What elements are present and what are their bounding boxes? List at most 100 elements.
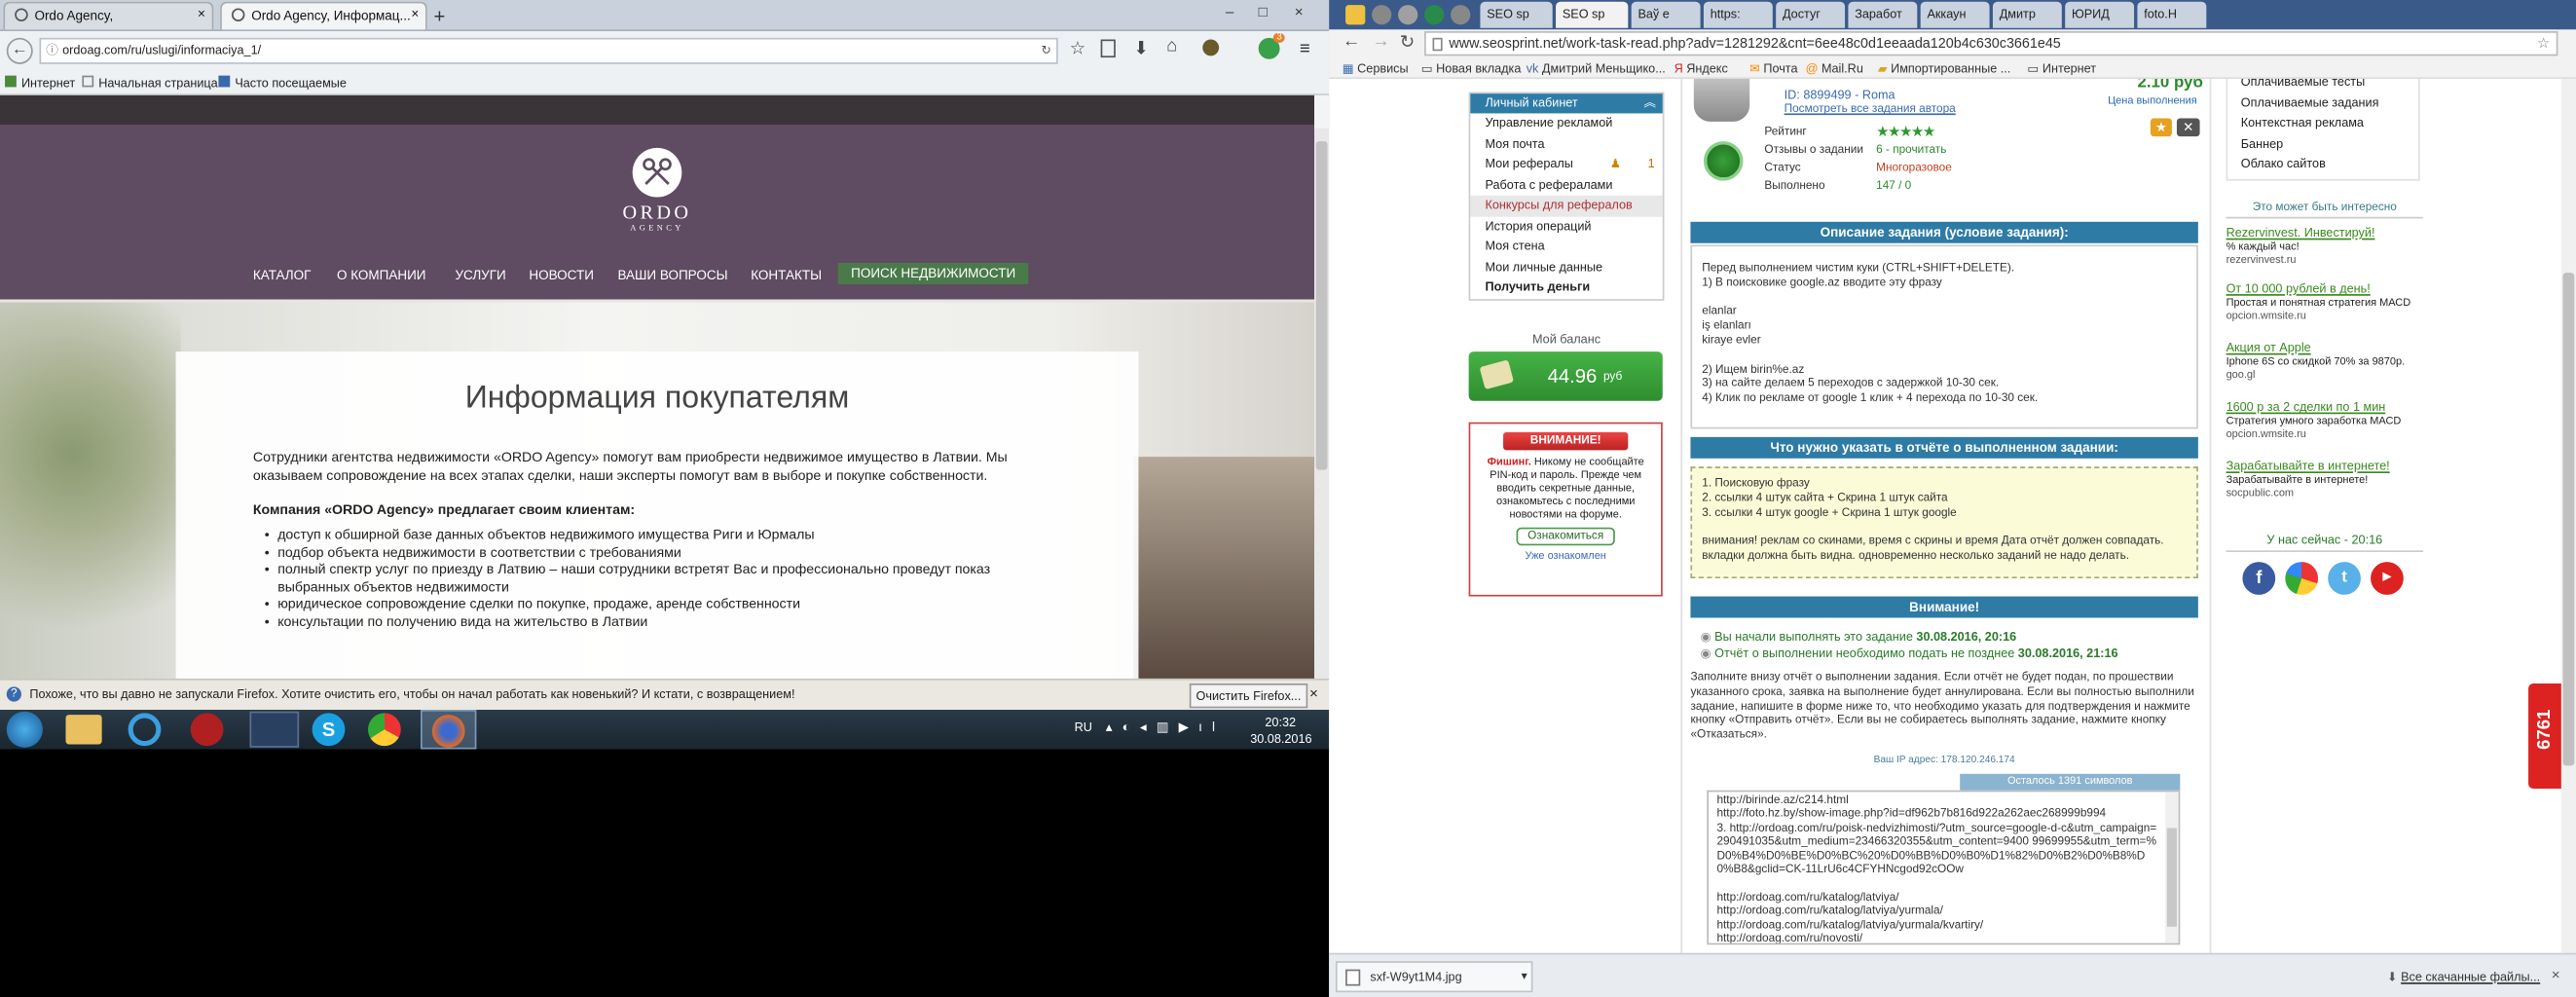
tab-vk[interactable]: Ваў е — [1631, 1, 1701, 28]
already-read-link[interactable]: Уже ознакомлен — [1470, 550, 1661, 562]
tab-account[interactable]: Аккаун — [1920, 1, 1990, 28]
back-icon[interactable]: ← — [1343, 31, 1361, 51]
ad-item[interactable]: 1600 р за 2 сделки по 1 мин Стратегия умн… — [2226, 400, 2424, 461]
right-link[interactable]: Облако сайтов — [2241, 155, 2418, 175]
ad-item[interactable]: Rezervinvest. Инвестируй!% каждый час! re… — [2226, 226, 2424, 270]
close-icon[interactable]: × — [2552, 966, 2560, 982]
bookmark-start[interactable]: Начальная страница — [82, 75, 218, 91]
close-window-icon[interactable]: × — [1295, 3, 1304, 19]
bookmark-mail[interactable]: ✉ Почта — [1749, 60, 1797, 75]
right-link[interactable]: Оплачиваемые тесты — [2241, 79, 2418, 92]
tab-https[interactable]: https: — [1703, 1, 1773, 28]
menu-questions[interactable]: ВАШИ ВОПРОСЫ — [618, 268, 728, 282]
bookmark-internet[interactable]: ▭ Интернет — [2027, 60, 2096, 75]
cabinet-item-ads[interactable]: Управление рекламой — [1470, 113, 1662, 133]
firefox-app-icon[interactable] — [421, 710, 477, 750]
visitor-counter[interactable]: 6761 — [2528, 683, 2561, 789]
hide-button[interactable]: ✕ — [2176, 118, 2200, 137]
tab-seo-2[interactable]: SEO sp — [1556, 1, 1629, 28]
right-link[interactable]: Баннер — [2241, 134, 2418, 155]
youtube-icon[interactable]: ▶ — [2371, 562, 2404, 595]
textarea-scrollbar[interactable] — [2165, 792, 2179, 943]
cabinet-item-history[interactable]: История операций — [1470, 216, 1662, 237]
ad-item[interactable]: Зарабатывайте в интернете! Зарабатывайте … — [2226, 460, 2424, 510]
bookmark-services[interactable]: ▦ Сервисы — [1343, 60, 1409, 75]
reload-icon[interactable]: ↻ — [1041, 40, 1051, 63]
author-id[interactable]: ID: 8899499 - Roma — [1785, 87, 1895, 101]
cabinet-item-referrals[interactable]: Мои рефералы ♟ 1 — [1470, 155, 1662, 175]
report-textarea[interactable]: http://birinde.az/c214.html http://foto.… — [1707, 790, 2181, 945]
bookmark-frequent[interactable]: Часто посещаемые — [218, 75, 347, 91]
explorer-icon[interactable] — [65, 715, 102, 745]
skype-icon[interactable]: S — [312, 713, 346, 747]
balance-box[interactable]: 44.96 руб — [1468, 351, 1663, 401]
menu-services[interactable]: УСЛУГИ — [455, 268, 505, 282]
cabinet-item-profile[interactable]: Мои личные данные — [1470, 257, 1662, 277]
pinned-tab[interactable] — [1398, 5, 1418, 25]
reload-icon[interactable]: ↻ — [1400, 31, 1416, 53]
chrome-icon[interactable] — [368, 713, 401, 747]
google-icon[interactable] — [2285, 562, 2319, 595]
tab-foto[interactable]: foto.H — [2137, 1, 2207, 28]
close-icon[interactable]: × — [1309, 685, 1318, 702]
cabinet-item-withdraw[interactable]: Получить деньги — [1470, 277, 1662, 298]
acknowledge-button[interactable]: Ознакомиться — [1516, 527, 1615, 546]
home-icon[interactable]: ⌂ — [1166, 36, 1177, 55]
menu-contacts[interactable]: КОНТАКТЫ — [751, 268, 822, 282]
chevron-down-icon[interactable]: ▾ — [1522, 963, 1527, 991]
tab-legal[interactable]: ЮРИД — [2065, 1, 2135, 28]
right-link[interactable]: Контекстная реклама — [2241, 113, 2418, 133]
bookmark-imported[interactable]: ▰ Импортированные ... — [1878, 60, 2011, 75]
game-app-icon[interactable] — [190, 713, 224, 747]
right-link[interactable]: Оплачиваемые задания — [2241, 92, 2418, 113]
close-icon[interactable]: × — [411, 7, 419, 21]
collapse-icon[interactable]: ︽ — [1643, 93, 1656, 113]
back-button[interactable]: ← — [6, 37, 33, 64]
close-icon[interactable]: × — [198, 7, 205, 21]
cabinet-item-mail[interactable]: Моя почта — [1470, 134, 1662, 155]
favorite-button[interactable]: ★ — [2150, 118, 2172, 137]
ordo-logo[interactable]: ORDO AGENCY — [616, 147, 698, 243]
new-tab-button[interactable]: + — [434, 5, 446, 28]
menu-property-search[interactable]: ПОИСК НЕДВИЖИМОСТИ — [837, 263, 1029, 284]
pinned-tab[interactable] — [1345, 5, 1366, 25]
pinned-tab[interactable] — [1424, 5, 1445, 25]
bookmark-internet[interactable]: Интернет — [5, 75, 75, 91]
menu-icon[interactable]: ≡ — [1300, 40, 1310, 59]
firefox-scrollbar[interactable] — [1314, 128, 1330, 679]
url-bar[interactable]: ⓘ ordoag.com/ru/uslugi/informaciya_1/ ↻ — [39, 37, 1058, 64]
download-item[interactable]: sxf-W9yt1M4.jpg ▾ — [1335, 961, 1533, 993]
bookmark-dmitry[interactable]: vk Дмитрий Меньщико... — [1527, 60, 1666, 75]
chrome-url-bar[interactable]: www.seosprint.net/work-task-read.php?adv… — [1424, 31, 2558, 56]
ad-item[interactable]: От 10 000 рублей в день! Простая и понятн… — [2226, 281, 2424, 342]
refresh-firefox-button[interactable]: Очистить Firefox... — [1189, 683, 1308, 709]
tab-seo-1[interactable]: SEO sp — [1480, 1, 1553, 28]
maximize-icon[interactable]: □ — [1259, 3, 1268, 19]
bookmark-mailru[interactable]: @ Mail.Ru — [1806, 60, 1863, 75]
tab-earn[interactable]: Заработ — [1848, 1, 1918, 28]
forward-icon[interactable]: → — [1372, 31, 1390, 51]
clock-time[interactable]: 20:32 — [1265, 715, 1296, 729]
scroll-thumb[interactable] — [1315, 141, 1328, 470]
tab-ordo-2[interactable]: Ordo Agency, Информац... × — [220, 1, 427, 30]
star-icon[interactable]: ☆ — [2537, 33, 2550, 55]
start-button[interactable] — [6, 711, 43, 748]
menu-news[interactable]: НОВОСТИ — [529, 268, 594, 282]
twitter-icon[interactable]: t — [2328, 562, 2361, 595]
bookmark-yandex[interactable]: Я Яндекс — [1674, 60, 1728, 75]
pinned-tab[interactable] — [1451, 5, 1471, 25]
tab-ordo-1[interactable]: Ordo Agency, × — [3, 1, 214, 30]
minimize-icon[interactable]: – — [1226, 3, 1233, 19]
cabinet-item-ref-work[interactable]: Работа с рефералами — [1470, 175, 1662, 196]
menu-about[interactable]: О КОМПАНИИ — [337, 268, 426, 282]
refresh-app-icon[interactable] — [128, 713, 162, 747]
reviews-link[interactable]: 6 - прочитать — [1876, 145, 1946, 157]
tab-dmitry[interactable]: Дмитр — [1992, 1, 2062, 28]
author-tasks-link[interactable]: Посмотреть все задания автора — [1785, 103, 1956, 115]
facebook-icon[interactable]: f — [2242, 562, 2276, 595]
reader-icon[interactable] — [1100, 39, 1116, 58]
cabinet-header[interactable]: Личный кабинет ︽ — [1470, 93, 1663, 114]
download-icon[interactable]: ⬇ — [1133, 38, 1149, 59]
save-app-icon[interactable] — [249, 711, 300, 748]
tab-access[interactable]: Достуг — [1776, 1, 1846, 28]
